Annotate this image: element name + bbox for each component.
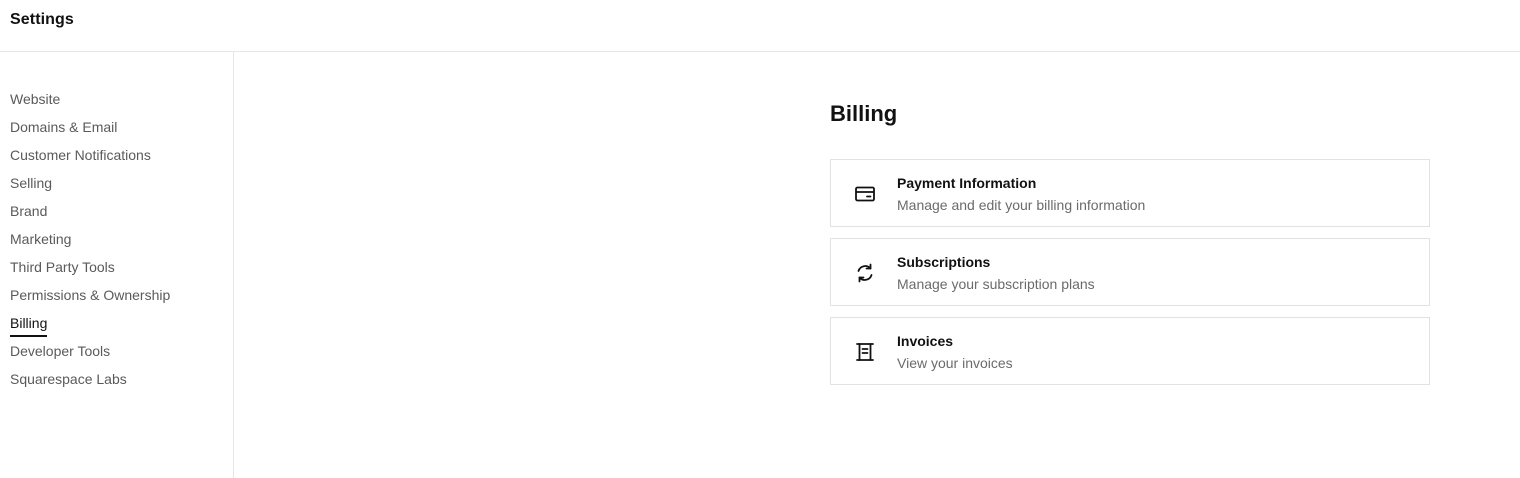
sidebar-item-domains-email[interactable]: Domains & Email <box>10 117 170 145</box>
sidebar-item-marketing[interactable]: Marketing <box>10 229 170 257</box>
sidebar-item-label: Brand <box>10 203 48 219</box>
card-description: View your invoices <box>897 355 1013 371</box>
sidebar-item-label: Third Party Tools <box>10 259 115 275</box>
sidebar-item-label: Marketing <box>10 231 72 247</box>
sidebar-item-developer-tools[interactable]: Developer Tools <box>10 341 170 369</box>
sidebar-item-label: Billing <box>10 313 48 337</box>
payment-information-card[interactable]: Payment Information Manage and edit your… <box>830 159 1430 227</box>
refresh-icon <box>853 261 877 285</box>
sidebar-item-permissions-ownership[interactable]: Permissions & Ownership <box>10 285 170 313</box>
sidebar-item-label: Permissions & Ownership <box>10 287 171 303</box>
credit-card-icon <box>853 182 877 206</box>
card-title: Invoices <box>897 333 954 349</box>
sidebar-item-label: Selling <box>10 175 53 191</box>
sidebar-item-label: Website <box>10 91 61 107</box>
billing-panel: Billing Payment Information Manage and e… <box>830 100 1430 396</box>
sidebar-item-customer-notifications[interactable]: Customer Notifications <box>10 145 170 173</box>
sidebar-item-third-party-tools[interactable]: Third Party Tools <box>10 257 170 285</box>
subscriptions-card[interactable]: Subscriptions Manage your subscription p… <box>830 238 1430 306</box>
section-heading: Billing <box>830 101 898 126</box>
settings-nav: Website Domains & Email Customer Notific… <box>10 89 170 397</box>
sidebar-item-label: Domains & Email <box>10 119 118 135</box>
card-title: Subscriptions <box>897 254 991 270</box>
sidebar-item-label: Squarespace Labs <box>10 371 127 387</box>
card-title: Payment Information <box>897 175 1037 191</box>
sidebar-item-label: Customer Notifications <box>10 147 151 163</box>
sidebar-item-website[interactable]: Website <box>10 89 170 117</box>
card-description: Manage your subscription plans <box>897 276 1095 292</box>
top-bar: Settings <box>0 0 1520 52</box>
invoices-card[interactable]: Invoices View your invoices <box>830 317 1430 385</box>
sidebar-item-squarespace-labs[interactable]: Squarespace Labs <box>10 369 170 397</box>
sidebar-item-label: Developer Tools <box>10 343 111 359</box>
billing-options: Payment Information Manage and edit your… <box>830 159 1430 385</box>
sidebar-item-selling[interactable]: Selling <box>10 173 170 201</box>
card-description: Manage and edit your billing information <box>897 197 1146 213</box>
settings-sidebar: Website Domains & Email Customer Notific… <box>0 52 234 478</box>
sidebar-item-billing[interactable]: Billing <box>10 313 170 341</box>
sidebar-item-brand[interactable]: Brand <box>10 201 170 229</box>
receipt-icon <box>853 340 877 364</box>
page-title: Settings <box>10 11 74 28</box>
